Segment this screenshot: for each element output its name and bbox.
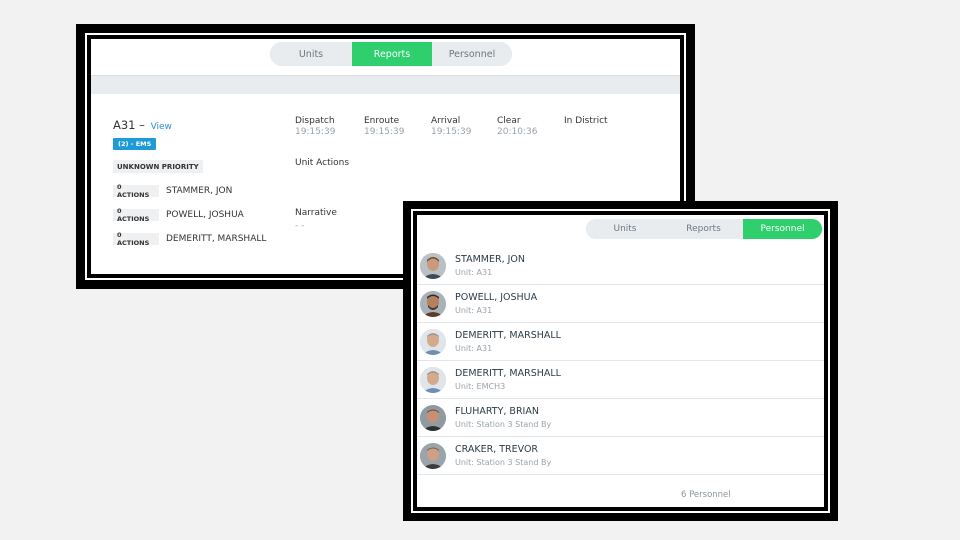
arrival-time: Arrival 19:15:39 bbox=[431, 116, 471, 137]
personnel-list-item[interactable]: FLUHARTY, BRIAN Unit: Station 3 Stand By bbox=[417, 399, 824, 437]
timestamp-label: Clear bbox=[497, 116, 521, 126]
personnel-unit: Unit: Station 3 Stand By bbox=[455, 458, 552, 467]
photo-avatar-icon bbox=[420, 405, 446, 431]
tab-personnel[interactable]: Personnel bbox=[743, 219, 822, 239]
unit-actions-label: Unit Actions bbox=[295, 158, 350, 168]
timestamp-label: Enroute bbox=[364, 116, 400, 126]
reports-tab-bar: Units Reports Personnel bbox=[270, 42, 512, 66]
unit-name: A31 – bbox=[113, 118, 145, 132]
personnel-screen: Units Reports Personnel STAMMER, JON Uni… bbox=[417, 215, 824, 507]
personnel-name: FLUHARTY, BRIAN bbox=[455, 406, 539, 417]
personnel-list-item[interactable]: DEMERITT, MARSHALL Unit: A31 bbox=[417, 323, 824, 361]
view-link[interactable]: View bbox=[151, 122, 172, 132]
timestamp-value: 19:15:39 bbox=[295, 127, 336, 137]
timestamp-value: 20:10:36 bbox=[497, 127, 538, 137]
personnel-unit: Unit: Station 3 Stand By bbox=[455, 420, 552, 429]
tab-units[interactable]: Units bbox=[586, 219, 664, 239]
narrative-value: - - bbox=[295, 221, 305, 231]
actions-badge[interactable]: 0 ACTIONS bbox=[113, 207, 159, 223]
personnel-unit: Unit: A31 bbox=[455, 268, 493, 277]
personnel-name: DEMERITT, MARSHALL bbox=[455, 368, 561, 379]
dispatch-time: Dispatch 19:15:39 bbox=[295, 116, 335, 137]
tab-personnel[interactable]: Personnel bbox=[432, 42, 512, 66]
personnel-name: DEMERITT, MARSHALL bbox=[455, 330, 561, 341]
personnel-name: POWELL, JOSHUA bbox=[455, 292, 538, 303]
personnel-tab-bar: Units Reports Personnel bbox=[586, 219, 822, 239]
clear-time: Clear 20:10:36 bbox=[497, 116, 537, 137]
unit-person-row: 0 ACTIONS POWELL, JOSHUA bbox=[113, 207, 244, 223]
in-district-time: In District bbox=[564, 116, 608, 127]
timestamp-label: Arrival bbox=[431, 116, 461, 126]
timestamp-label: In District bbox=[564, 116, 608, 126]
photo-avatar-icon bbox=[420, 367, 446, 393]
unit-person-row: 0 ACTIONS DEMERITT, MARSHALL bbox=[113, 231, 267, 247]
personnel-screenshot-frame: Units Reports Personnel STAMMER, JON Uni… bbox=[403, 201, 838, 521]
priority-badge: UNKNOWN PRIORITY bbox=[113, 160, 203, 173]
tab-reports[interactable]: Reports bbox=[664, 219, 743, 239]
personnel-count: 6 Personnel bbox=[681, 490, 731, 500]
unit-person-row: 0 ACTIONS STAMMER, JON bbox=[113, 183, 233, 199]
tab-reports[interactable]: Reports bbox=[352, 42, 432, 66]
ems-badge: (2) - EMS bbox=[113, 138, 157, 150]
person-name: POWELL, JOSHUA bbox=[166, 209, 244, 220]
actions-badge[interactable]: 0 ACTIONS bbox=[113, 183, 159, 199]
personnel-list-item[interactable]: POWELL, JOSHUA Unit: A31 bbox=[417, 285, 824, 323]
personnel-unit: Unit: A31 bbox=[455, 344, 493, 353]
photo-avatar-icon bbox=[420, 329, 446, 355]
timestamp-value: 19:15:39 bbox=[431, 127, 472, 137]
personnel-name: CRAKER, TREVOR bbox=[455, 444, 539, 455]
personnel-list-item[interactable]: DEMERITT, MARSHALL Unit: EMCH3 bbox=[417, 361, 824, 399]
photo-avatar-icon bbox=[420, 253, 446, 279]
person-name: STAMMER, JON bbox=[166, 185, 233, 196]
enroute-time: Enroute 19:15:39 bbox=[364, 116, 404, 137]
photo-avatar-icon bbox=[420, 443, 446, 469]
tab-units[interactable]: Units bbox=[270, 42, 352, 66]
actions-badge[interactable]: 0 ACTIONS bbox=[113, 231, 159, 247]
narrative-label: Narrative bbox=[295, 208, 337, 218]
personnel-unit: Unit: A31 bbox=[455, 306, 493, 315]
personnel-list: STAMMER, JON Unit: A31 POWELL, JOSHUA Un… bbox=[417, 247, 824, 475]
timestamp-value: 19:15:39 bbox=[364, 127, 405, 137]
person-name: DEMERITT, MARSHALL bbox=[166, 233, 267, 244]
timestamp-label: Dispatch bbox=[295, 116, 335, 126]
personnel-list-item[interactable]: CRAKER, TREVOR Unit: Station 3 Stand By bbox=[417, 437, 824, 475]
unit-title: A31 – View bbox=[113, 118, 172, 132]
personnel-unit: Unit: EMCH3 bbox=[455, 382, 506, 391]
personnel-name: STAMMER, JON bbox=[455, 254, 526, 265]
photo-avatar-icon bbox=[420, 291, 446, 317]
personnel-list-item[interactable]: STAMMER, JON Unit: A31 bbox=[417, 247, 824, 285]
header-band bbox=[91, 75, 680, 94]
